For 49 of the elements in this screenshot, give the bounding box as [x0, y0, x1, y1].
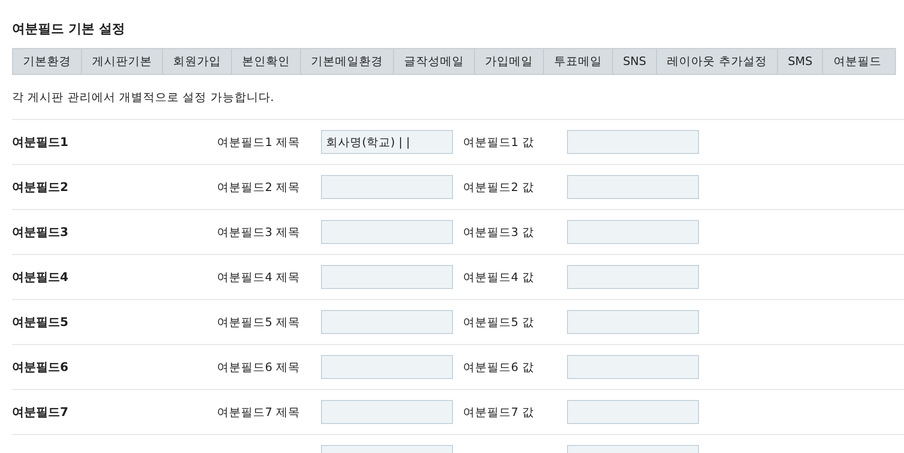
- field-name: 여분필드2: [12, 178, 70, 196]
- tab[interactable]: 회원가입: [163, 49, 232, 74]
- input-field[interactable]: [567, 400, 699, 424]
- input-field[interactable]: 회사명(학교) | |: [321, 130, 453, 154]
- field-label: 여분필드3 제목: [217, 224, 301, 240]
- field-label: 여분필드4 값: [463, 270, 535, 284]
- input-field[interactable]: [321, 400, 453, 424]
- description-text: 각 게시판 관리에서 개별적으로 설정 가능합니다.: [12, 89, 275, 106]
- input-field[interactable]: [321, 265, 453, 289]
- input-field[interactable]: [567, 355, 699, 379]
- field-label: 여분필드1 제목: [217, 134, 301, 150]
- field-label: 여분필드5 값: [463, 314, 535, 330]
- input-field[interactable]: [567, 265, 699, 289]
- tab[interactable]: SNS: [613, 49, 658, 74]
- input-field[interactable]: [567, 310, 699, 334]
- field-name: 여분필드3: [12, 224, 70, 240]
- field-label: 여분필드5 제목: [217, 314, 301, 330]
- page-title: 여분필드 기본 설정: [12, 21, 126, 39]
- tab[interactable]: 기본메일환경: [301, 49, 394, 74]
- field-label: 여분필드7 제목: [217, 404, 301, 420]
- field-name: 여분필드5: [12, 314, 70, 330]
- field-label: 여분필드1 값: [463, 134, 535, 150]
- tab[interactable]: 본인확인: [232, 49, 301, 74]
- input-field[interactable]: [321, 355, 453, 379]
- field-name: 여분필드6: [12, 358, 70, 376]
- tab[interactable]: 가입메일: [475, 49, 544, 74]
- field-label: 여분필드2 값: [463, 180, 535, 194]
- input-field[interactable]: [321, 310, 453, 334]
- tab[interactable]: 레이아웃 추가설정: [657, 49, 778, 74]
- input-field[interactable]: [321, 220, 453, 244]
- input-field[interactable]: [321, 175, 453, 199]
- tab[interactable]: 기본환경: [13, 49, 82, 74]
- field-label: 여분필드6 제목: [217, 360, 301, 374]
- tab[interactable]: 투표메일: [544, 49, 613, 74]
- tab[interactable]: SMS: [778, 49, 824, 74]
- tab[interactable]: 게시판기본: [82, 49, 163, 74]
- field-name: 여분필드4: [12, 268, 70, 286]
- field-name: 여분필드7: [12, 404, 70, 420]
- input-field[interactable]: [567, 130, 699, 154]
- tab[interactable]: 여분필드: [823, 49, 892, 74]
- tab[interactable]: 글작성메일: [394, 49, 475, 74]
- field-label: 여분필드7 값: [463, 404, 535, 420]
- field-name: 여분필드1: [12, 134, 70, 150]
- field-label: 여분필드2 제목: [217, 180, 301, 194]
- field-label: 여분필드6 값: [463, 360, 535, 374]
- field-label: 여분필드3 값: [463, 224, 535, 240]
- input-field[interactable]: [567, 175, 699, 199]
- input-field[interactable]: [567, 220, 699, 244]
- field-label: 여분필드4 제목: [217, 270, 301, 284]
